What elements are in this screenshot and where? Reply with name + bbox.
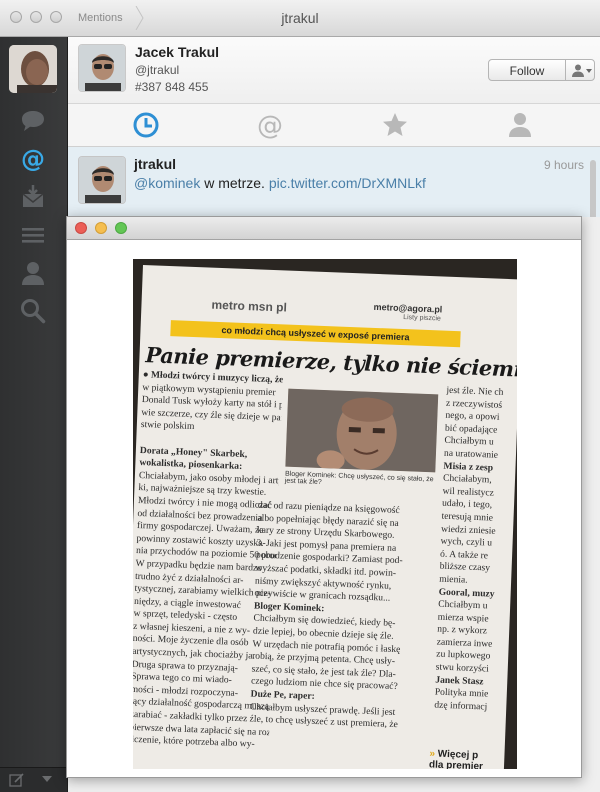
follow-button[interactable]: Follow	[488, 59, 566, 81]
tab-favorites[interactable]	[379, 110, 411, 140]
minimize-window-button[interactable]	[30, 11, 42, 23]
lists-icon[interactable]	[18, 220, 48, 250]
viewer-minimize-button[interactable]	[95, 222, 107, 234]
profile-handle: @jtrakul	[135, 63, 180, 77]
tweet-author[interactable]: jtrakul	[134, 156, 176, 172]
newspaper-email: metro@agora.pl	[373, 301, 443, 315]
promo-line-2: dla premier	[428, 759, 484, 769]
profile-icon[interactable]	[18, 258, 48, 288]
search-icon[interactable]	[18, 296, 48, 326]
zoom-window-button[interactable]	[50, 11, 62, 23]
profile-tab-bar: @	[68, 104, 600, 147]
tweet-body: w metrze.	[200, 175, 269, 191]
sidebar-bottom-bar	[0, 767, 67, 792]
speech-bubble-icon[interactable]	[18, 106, 48, 136]
newspaper-strap: co młodzi chcą usłyszeć w exposé premier…	[170, 320, 461, 348]
newspaper-column-right: jest źle. Nie ch z rzeczywistoś nego, a op…	[433, 385, 517, 748]
chevron-down-icon	[586, 69, 592, 73]
viewer-zoom-button[interactable]	[115, 222, 127, 234]
at-mention-icon[interactable]: @	[18, 144, 48, 174]
image-viewer-titlebar	[67, 217, 581, 240]
newspaper-email-sub: Listy piszcie	[403, 314, 442, 323]
messages-inbox-icon[interactable]	[18, 182, 48, 212]
user-actions-menu-button[interactable]	[565, 59, 595, 81]
tweet-item[interactable]: jtrakul 9 hours @kominek w metrze. pic.t…	[68, 147, 600, 217]
clock-icon	[133, 112, 159, 138]
tweet-mention-link[interactable]: @kominek	[134, 175, 200, 191]
breadcrumb-chevron-icon	[135, 6, 144, 30]
tweet-text: @kominek w metrze. pic.twitter.com/DrXMN…	[134, 175, 426, 191]
tab-timeline[interactable]	[130, 110, 162, 140]
tab-followers[interactable]	[504, 110, 536, 140]
newspaper-portrait-photo	[285, 388, 439, 473]
person-icon	[572, 64, 584, 77]
svg-text:@: @	[21, 145, 45, 173]
breadcrumb-mentions[interactable]: Mentions	[66, 6, 144, 30]
star-icon	[383, 113, 407, 136]
newspaper-page: metro msn pl metro@agora.pl Listy piszci…	[133, 265, 517, 769]
compose-icon[interactable]	[9, 772, 25, 788]
breadcrumb-label: Mentions	[78, 12, 123, 24]
newspaper-logo: metro msn pl	[211, 297, 288, 315]
account-avatar[interactable]	[9, 45, 57, 93]
tweet-avatar[interactable]	[78, 156, 126, 204]
newspaper-caption: Bloger Kominek: Chcę usłyszeć, co się st…	[284, 470, 434, 487]
newspaper-column-middle: dać od razu pieniądze na księgowość albo …	[249, 500, 438, 747]
tweet-media-link[interactable]: pic.twitter.com/DrXMNLkf	[269, 175, 426, 191]
svg-text:@: @	[257, 111, 283, 140]
viewer-close-button[interactable]	[75, 222, 87, 234]
image-viewer-window: metro msn pl metro@agora.pl Listy piszci…	[66, 216, 582, 778]
person-icon	[509, 113, 531, 137]
at-icon: @	[257, 111, 283, 140]
profile-name: Jacek Trakul	[135, 44, 220, 60]
window-titlebar: Mentions jtrakul	[0, 0, 600, 37]
tweet-timestamp: 9 hours	[543, 158, 584, 172]
sidebar: @	[0, 37, 68, 792]
profile-header: Jacek Trakul @jtrakul #387 848 455 Follo…	[68, 37, 600, 104]
profile-tweet-count: #387 848 455	[135, 80, 209, 94]
promo-arrows: »	[429, 748, 436, 760]
tab-mentions[interactable]: @	[254, 110, 286, 140]
tweet-photo[interactable]: metro msn pl metro@agora.pl Listy piszci…	[133, 259, 517, 769]
newspaper-promo: » Więcej p dla premier	[429, 748, 484, 769]
close-window-button[interactable]	[10, 11, 22, 23]
profile-avatar[interactable]	[78, 44, 126, 92]
newspaper-line: dzę informacj	[434, 699, 488, 713]
compose-chevron-icon[interactable]	[42, 776, 52, 784]
